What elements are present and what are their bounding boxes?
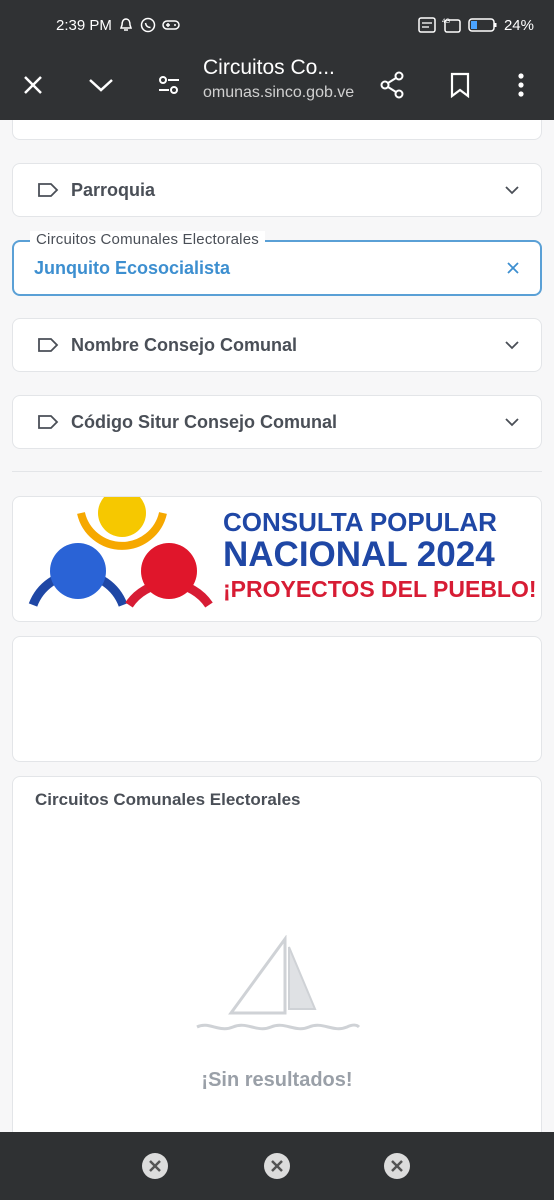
chevron-down-icon bbox=[505, 341, 519, 350]
tune-icon[interactable] bbox=[149, 65, 189, 105]
banner-line-1: CONSULTA POPULAR bbox=[223, 507, 497, 537]
results-title: Circuitos Comunales Electorales bbox=[35, 790, 301, 809]
notification-icon bbox=[418, 17, 436, 33]
divider bbox=[12, 471, 542, 472]
more-vert-icon[interactable] bbox=[501, 65, 541, 105]
battery-percent: 24% bbox=[503, 16, 534, 34]
page-title: Circuitos Co... bbox=[203, 56, 335, 79]
bookmark-icon[interactable] bbox=[440, 65, 480, 105]
parroquia-select[interactable]: Parroquia bbox=[12, 163, 542, 217]
page-content: Parroquia Circuitos Comunales Electorale… bbox=[0, 120, 554, 1132]
info-card bbox=[12, 636, 542, 762]
close-icon[interactable] bbox=[13, 65, 53, 105]
results-card: Circuitos Comunales Electorales ¡Sin res… bbox=[12, 776, 542, 1132]
consulta-banner: CONSULTA POPULAR NACIONAL 2024 ¡PROYECTO… bbox=[12, 496, 542, 622]
signal-icon: 4G bbox=[442, 19, 461, 33]
nav-close-icon[interactable] bbox=[140, 1151, 170, 1181]
banner-line-3: ¡PROYECTOS DEL PUEBLO! bbox=[223, 576, 537, 602]
nav-close-icon[interactable] bbox=[382, 1151, 412, 1181]
circuito-select[interactable]: Circuitos Comunales Electorales Junquito… bbox=[12, 231, 542, 296]
chevron-down-icon bbox=[505, 418, 519, 427]
tag-icon bbox=[38, 415, 59, 429]
svg-text:4G: 4G bbox=[442, 19, 450, 25]
status-time: 2:39 PM bbox=[56, 16, 112, 34]
bottom-navigation bbox=[0, 1132, 554, 1200]
chevron-down-icon[interactable] bbox=[81, 65, 121, 105]
banner-line-2: NACIONAL 2024 bbox=[223, 535, 495, 574]
circuito-floating-label: Circuitos Comunales Electorales bbox=[30, 231, 265, 248]
codigo-situr-select[interactable]: Código Situr Consejo Comunal bbox=[12, 395, 542, 449]
tag-icon bbox=[38, 183, 59, 197]
address-bar[interactable]: Circuitos Co... omunas.sinco.gob.ve bbox=[203, 56, 363, 102]
parroquia-label: Parroquia bbox=[71, 179, 156, 200]
status-bar: 2:39 PM 4G 24% bbox=[0, 0, 554, 50]
hidden-select-field[interactable] bbox=[12, 120, 542, 140]
browser-chrome: 2:39 PM 4G 24% Circuitos Co... omunas.si… bbox=[0, 0, 554, 120]
circuito-value: Junquito Ecosocialista bbox=[34, 257, 231, 278]
empty-results-message: ¡Sin resultados! bbox=[201, 1069, 353, 1091]
whatsapp-icon bbox=[140, 17, 156, 33]
chevron-down-icon bbox=[505, 186, 519, 195]
browser-toolbar: Circuitos Co... omunas.sinco.gob.ve bbox=[0, 50, 554, 120]
tag-icon bbox=[38, 338, 59, 352]
codigo-situr-label: Código Situr Consejo Comunal bbox=[71, 411, 337, 432]
consejo-comunal-label: Nombre Consejo Comunal bbox=[71, 334, 298, 355]
gamepad-icon bbox=[162, 20, 180, 30]
page-url: omunas.sinco.gob.ve bbox=[203, 84, 355, 101]
consulta-logo bbox=[28, 497, 213, 608]
battery-icon bbox=[468, 18, 497, 32]
clear-icon[interactable] bbox=[506, 261, 520, 275]
nav-close-icon[interactable] bbox=[262, 1151, 292, 1181]
sailboat-icon bbox=[196, 935, 361, 1031]
share-icon[interactable] bbox=[372, 65, 412, 105]
consejo-comunal-select[interactable]: Nombre Consejo Comunal bbox=[12, 318, 542, 372]
alarm-icon bbox=[119, 18, 132, 31]
